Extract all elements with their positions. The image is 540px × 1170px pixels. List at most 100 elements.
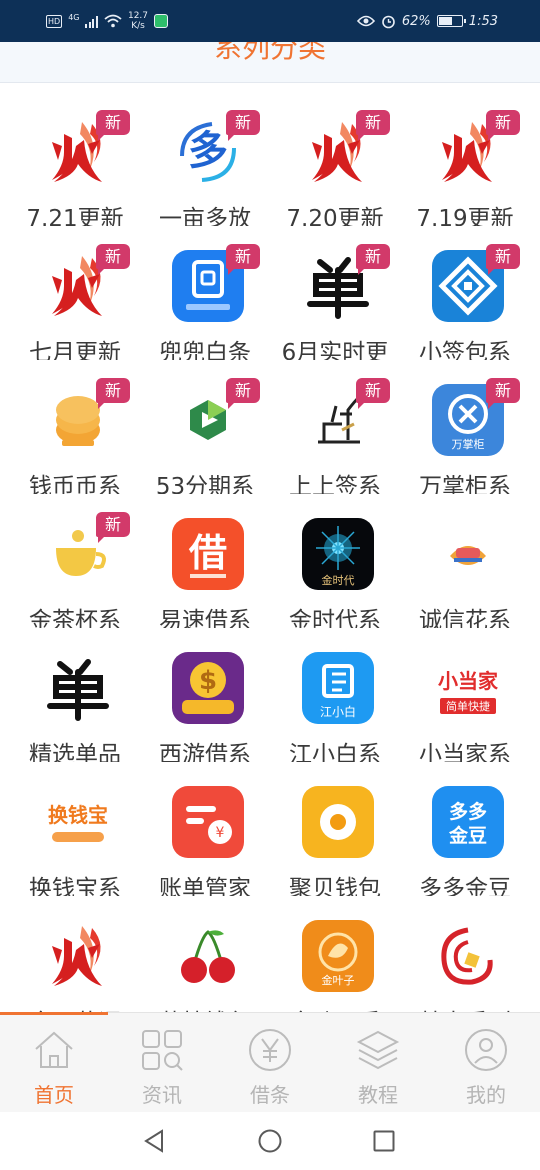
svg-text:多: 多: [188, 128, 228, 174]
app-tile[interactable]: ¥ 账单管家: [140, 770, 270, 904]
app-notification-icon: [154, 14, 169, 28]
tab-label-home: 首页: [34, 1083, 74, 1107]
icon-text: 江小白: [320, 704, 356, 719]
app-label: 易速借系: [159, 608, 251, 628]
app-tile[interactable]: 借易速借系: [140, 502, 270, 636]
app-tile[interactable]: 新 7.21更新: [10, 100, 140, 234]
svg-text:$: $: [199, 666, 217, 696]
app-tile[interactable]: 诚信花系: [400, 502, 530, 636]
tab-news[interactable]: 资讯: [108, 1013, 216, 1113]
home-icon: [35, 1031, 73, 1068]
new-badge: 新: [356, 378, 390, 409]
grid-search-icon: [142, 1030, 183, 1071]
purple-dollar-logo-icon: $: [172, 652, 244, 724]
cherry-logo-icon: [172, 920, 244, 992]
app-tile[interactable]: 小当家 简单快捷小当家系: [400, 636, 530, 770]
app-label: 53分期系: [155, 474, 255, 494]
app-label: 万掌柜系: [419, 474, 511, 494]
home-circle-icon[interactable]: [258, 1129, 282, 1153]
back-icon[interactable]: [143, 1129, 165, 1153]
new-badge: 新: [356, 110, 390, 141]
new-badge: 新: [486, 244, 520, 275]
recents-icon[interactable]: [373, 1129, 395, 1153]
new-badge: 新: [96, 110, 130, 141]
app-tile[interactable]: 金月花词: [10, 904, 140, 1014]
new-badge: 新: [486, 378, 520, 409]
app-tile[interactable]: 新钱币币系: [10, 368, 140, 502]
app-tile[interactable]: 万掌柜 新万掌柜系: [400, 368, 530, 502]
bill-logo-icon: ¥: [172, 786, 244, 858]
icon-text: 万掌柜: [452, 437, 485, 451]
app-label: 上上签系: [289, 474, 381, 494]
app-tile[interactable]: 聚贝钱包: [270, 770, 400, 904]
yellow-coin-logo-icon: [302, 786, 374, 858]
new-badge: 新: [96, 378, 130, 409]
app-label: 小当家系: [419, 742, 511, 762]
new-badge: 新: [96, 512, 130, 543]
app-grid: 新 7.21更新多新一亩多放新 7.20更新新 7.19更新新七月更新新兜兜白条新 6月…: [10, 100, 530, 1014]
app-tile[interactable]: 新上上签系: [270, 368, 400, 502]
eye-icon: [356, 15, 375, 27]
svg-text:¥: ¥: [216, 825, 225, 841]
app-tile[interactable]: 多新一亩多放: [140, 100, 270, 234]
app-tile[interactable]: 新 6月实时更: [270, 234, 400, 368]
app-tile[interactable]: 金叶子金叶子系: [270, 904, 400, 1014]
app-tile[interactable]: 新 7.19更新: [400, 100, 530, 234]
tab-home[interactable]: 首页: [0, 1013, 108, 1113]
tab-tutorial[interactable]: 教程: [324, 1013, 432, 1113]
app-tile[interactable]: 莓枝钱包: [140, 904, 270, 1014]
app-label: 钱币币系: [29, 474, 121, 494]
calligraphy-logo-icon: [42, 652, 114, 724]
new-badge: 新: [226, 110, 260, 141]
app-tile[interactable]: 金时代金时代系: [270, 502, 400, 636]
app-tile[interactable]: 新兜兜白条: [140, 234, 270, 368]
black-burst-logo-icon: 金时代: [302, 518, 374, 590]
app-label: 金茶杯系: [29, 608, 121, 628]
app-label: 6月实时更: [281, 340, 389, 360]
app-tile[interactable]: 换钱宝 换钱宝系: [10, 770, 140, 904]
handshake-logo-icon: [432, 518, 504, 590]
app-tile[interactable]: $ 西游借系: [140, 636, 270, 770]
red-swirl-logo-icon: [432, 920, 504, 992]
status-bar: HD 4G 12.7 K/s 62% 1:53: [0, 0, 540, 42]
app-label: 7.19更新: [416, 206, 514, 226]
app-label: 七月更新: [29, 340, 121, 360]
app-tile[interactable]: 江小白 江小白系: [270, 636, 400, 770]
yen-circle-icon: [249, 1029, 291, 1071]
new-badge: 新: [96, 244, 130, 275]
app-label: 账单管家: [159, 876, 251, 896]
app-label: 小签包系: [419, 340, 511, 360]
new-badge: 新: [356, 244, 390, 275]
tab-mine[interactable]: 我的: [432, 1013, 540, 1113]
tab-label-tutorial: 教程: [358, 1083, 398, 1107]
app-label: 兜兜白条: [159, 340, 251, 360]
app-label: 7.20更新: [286, 206, 384, 226]
alarm-icon: [382, 15, 395, 28]
app-label: 换钱宝系: [29, 876, 121, 896]
new-badge: 新: [226, 244, 260, 275]
app-tile[interactable]: 新 7.20更新: [270, 100, 400, 234]
jiangxiaobai-logo-icon: 江小白: [302, 652, 374, 724]
xiaodangjia-logo-icon: 小当家 简单快捷: [432, 652, 504, 724]
icon-text: 金叶子: [322, 973, 355, 987]
icon-text: 金豆: [448, 824, 487, 847]
new-badge: 新: [486, 110, 520, 141]
app-tile[interactable]: 新七月更新: [10, 234, 140, 368]
app-tile[interactable]: 新小签包系: [400, 234, 530, 368]
app-label: 西游借系: [159, 742, 251, 762]
fire-logo-icon: [42, 920, 114, 992]
app-tile[interactable]: 新金茶杯系: [10, 502, 140, 636]
app-tile[interactable]: 林聿系列: [400, 904, 530, 1014]
app-tile[interactable]: 精选单品: [10, 636, 140, 770]
icon-text: 金时代: [322, 573, 355, 587]
app-tile[interactable]: 新 53分期系: [140, 368, 270, 502]
icon-text: 换钱宝: [48, 803, 108, 827]
new-badge: 新: [226, 378, 260, 409]
signal-icon: [85, 15, 98, 28]
app-label: 金时代系: [289, 608, 381, 628]
app-tile[interactable]: 多多 金豆 多多金豆: [400, 770, 530, 904]
network-type: 4G: [68, 12, 80, 22]
tab-loan[interactable]: 借条: [216, 1013, 324, 1113]
user-icon: [465, 1029, 507, 1071]
app-label: 江小白系: [289, 742, 381, 762]
